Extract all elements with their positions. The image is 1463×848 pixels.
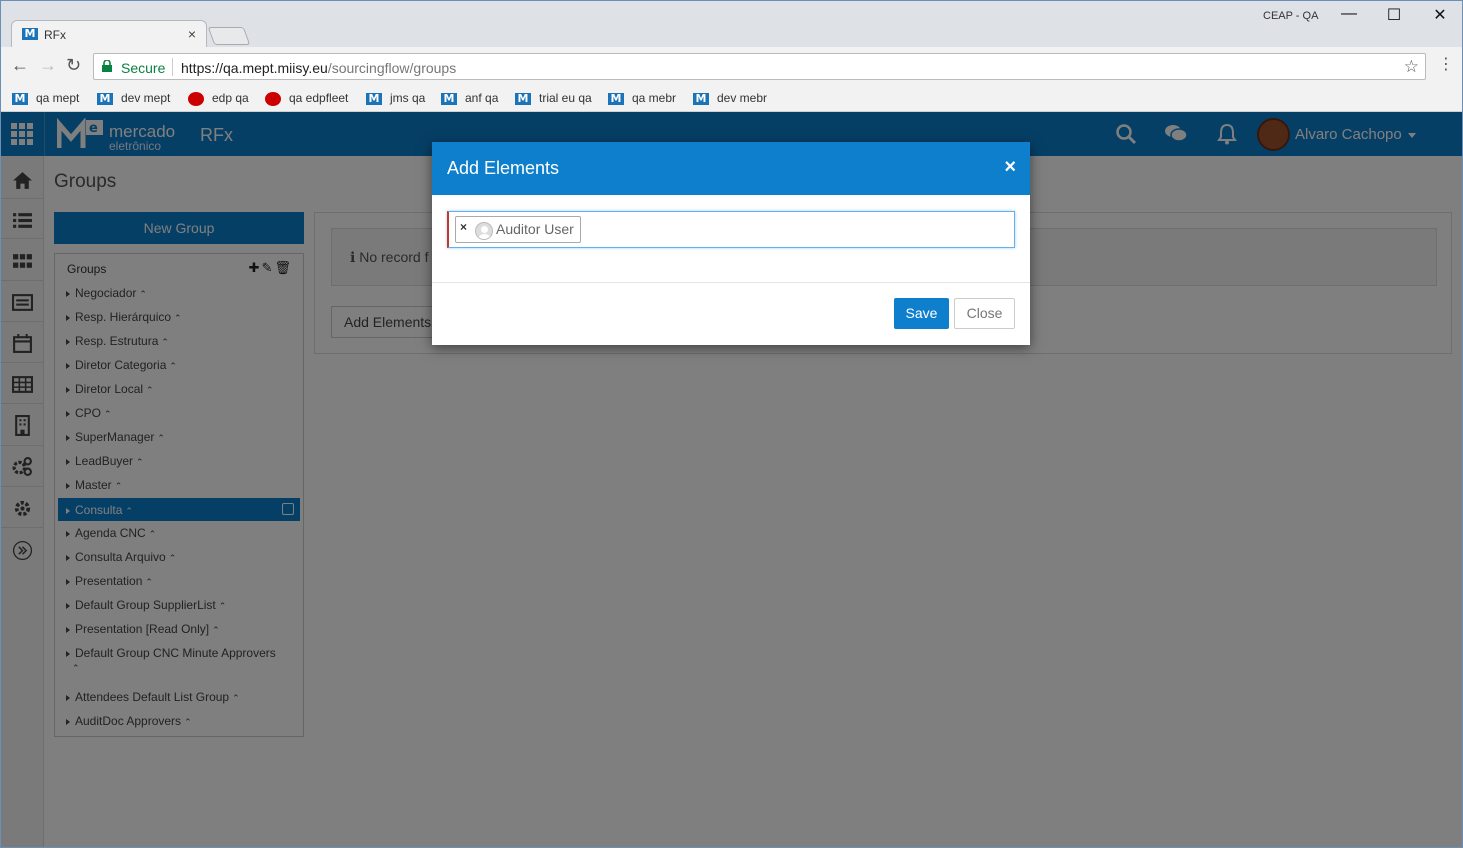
bookmark-item[interactable]: qa edpfleet	[265, 91, 348, 106]
bookmarks-bar: Mqa mept Mdev mept edp qa qa edpfleet Mj…	[1, 85, 1462, 112]
tab-close-icon[interactable]: ×	[188, 26, 196, 42]
url-host: https://qa.mept.miisy.eu	[181, 60, 328, 76]
profile-name[interactable]: CEAP - QA	[1263, 10, 1318, 22]
bookmark-label: qa edpfleet	[289, 91, 349, 105]
bookmark-item[interactable]: Manf qa	[441, 91, 498, 105]
add-elements-modal: Add Elements × × Auditor User Save Close	[432, 142, 1030, 345]
modal-header: Add Elements ×	[432, 142, 1030, 195]
remove-tag-icon[interactable]: ×	[460, 220, 467, 234]
mercado-logo-icon: M	[693, 92, 709, 105]
bookmark-item[interactable]: edp qa	[188, 91, 249, 106]
modal-divider	[432, 282, 1030, 283]
bookmark-label: dev mebr	[717, 91, 768, 105]
bookmark-item[interactable]: Mdev mept	[97, 91, 170, 105]
secure-label: Secure	[121, 60, 166, 76]
bookmark-label: trial eu qa	[539, 91, 592, 105]
browser-menu-icon[interactable]: ⋮	[1438, 55, 1454, 75]
url-text[interactable]: https://qa.mept.miisy.eu/sourcingflow/gr…	[181, 60, 456, 76]
forward-icon[interactable]: →	[39, 56, 57, 74]
save-button[interactable]: Save	[894, 298, 949, 329]
mercado-logo-icon: M	[97, 92, 113, 105]
close-button[interactable]: Close	[954, 298, 1015, 329]
tag-label: Auditor User	[496, 221, 574, 237]
new-tab-button[interactable]	[207, 27, 251, 45]
bookmark-item[interactable]: Mqa mept	[12, 91, 79, 105]
url-divider	[172, 58, 173, 76]
mercado-logo-icon: M	[12, 92, 28, 105]
bookmark-item[interactable]: Mqa mebr	[608, 91, 676, 105]
address-bar[interactable]: Secure https://qa.mept.miisy.eu/sourcing…	[93, 53, 1426, 80]
bookmark-item[interactable]: Mtrial eu qa	[515, 91, 592, 105]
bookmark-label: dev mept	[121, 91, 171, 105]
tab-favicon-icon: M	[22, 28, 38, 40]
mercado-logo-icon: M	[608, 92, 624, 105]
bookmark-label: qa mept	[36, 91, 80, 105]
bookmark-label: qa mebr	[632, 91, 677, 105]
mercado-logo-icon: M	[441, 92, 457, 105]
selected-tag: × Auditor User	[455, 216, 581, 243]
close-icon[interactable]: ×	[1004, 157, 1016, 177]
tab-title: RFx	[44, 28, 66, 42]
bookmark-star-icon[interactable]: ☆	[1404, 57, 1419, 77]
edp-logo-icon	[188, 91, 204, 106]
lock-icon	[102, 60, 112, 72]
title-bar: M RFx × CEAP - QA — ☐ ✕	[1, 1, 1463, 48]
minimize-icon[interactable]: —	[1326, 5, 1372, 29]
bookmark-label: edp qa	[212, 91, 249, 105]
bookmark-label: jms qa	[390, 91, 426, 105]
bookmark-item[interactable]: Mjms qa	[366, 91, 425, 105]
browser-tab[interactable]: M RFx ×	[11, 20, 207, 48]
window-close-icon[interactable]: ✕	[1417, 5, 1463, 29]
user-avatar-icon	[475, 222, 493, 240]
mercado-logo-icon: M	[515, 92, 531, 105]
url-path: /sourcingflow/groups	[327, 60, 457, 76]
maximize-icon[interactable]: ☐	[1371, 5, 1417, 29]
mercado-logo-icon: M	[366, 92, 382, 105]
edp-logo-icon	[265, 91, 281, 106]
elements-tag-input[interactable]: × Auditor User	[447, 211, 1015, 248]
bookmark-item[interactable]: Mdev mebr	[693, 91, 767, 105]
browser-toolbar: ← → ↻ Secure https://qa.mept.miisy.eu/so…	[1, 47, 1462, 85]
modal-title: Add Elements	[447, 158, 560, 178]
bookmark-label: anf qa	[465, 91, 499, 105]
back-icon[interactable]: ←	[11, 56, 29, 74]
reload-icon[interactable]: ↻	[66, 56, 81, 74]
